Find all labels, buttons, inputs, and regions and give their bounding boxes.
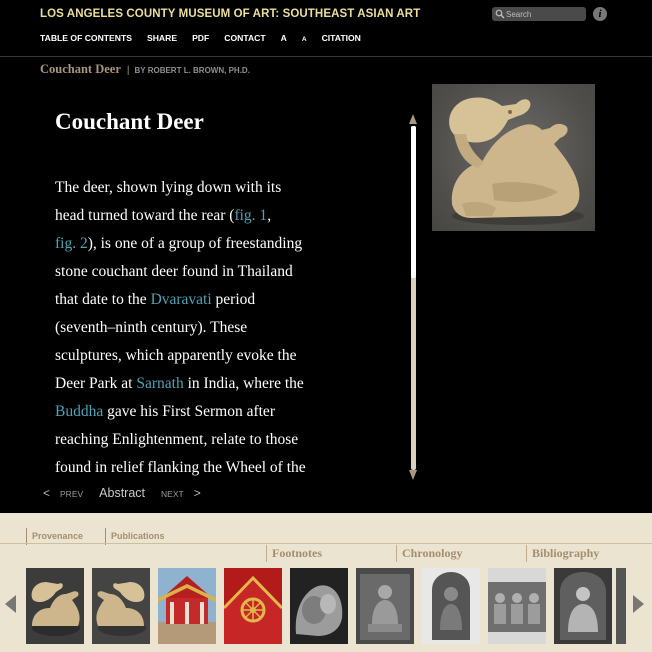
next-arrow-icon[interactable]: > xyxy=(194,486,201,500)
tab-chronology[interactable]: Chronology xyxy=(396,545,526,562)
tab-divider xyxy=(0,543,652,544)
main-nav: TABLE OF CONTENTS SHARE PDF CONTACT A A … xyxy=(40,33,376,43)
search-icon xyxy=(495,9,505,19)
tab-footnotes[interactable]: Footnotes xyxy=(266,545,396,562)
article-text: (seventh–ninth century). These xyxy=(55,319,248,336)
partial-thumbnail[interactable] xyxy=(616,568,626,644)
article-text: stone couchant deer found in Thailand xyxy=(55,263,293,280)
article-title: Couchant Deer xyxy=(55,109,204,134)
scroll-down-arrow-icon[interactable] xyxy=(409,470,417,480)
current-section-link[interactable]: Abstract xyxy=(99,486,145,500)
prev-arrow-icon[interactable]: < xyxy=(43,486,50,500)
article-line: head turned toward the rear (fig. 1, xyxy=(55,202,395,230)
breadcrumb-author: BY ROBERT L. BROWN, PH.D. xyxy=(134,66,250,75)
article-link[interactable]: Dvaravati xyxy=(151,291,212,308)
breadcrumb: Couchant Deer | BY ROBERT L. BROWN, PH.D. xyxy=(40,60,250,78)
scrollbar-thumb[interactable] xyxy=(411,126,416,278)
article-text: found in relief flanking the Wheel of th… xyxy=(55,459,306,476)
article-text: The deer, shown lying down with its xyxy=(55,179,282,196)
nav-citation[interactable]: CITATION xyxy=(322,33,361,43)
font-size-decrease-button[interactable]: A xyxy=(302,36,307,43)
article-text: gave his First Sermon after xyxy=(103,403,275,420)
article-line: reaching Enlightenment, relate to those xyxy=(55,426,395,454)
article-line: sculptures, which apparently evoke the xyxy=(55,342,395,370)
article-body: The deer, shown lying down with its head … xyxy=(55,174,395,482)
thumbnails-prev-arrow-icon[interactable] xyxy=(5,595,16,613)
article-line: Deer Park at Sarnath in India, where the xyxy=(55,370,395,398)
article-text: sculptures, which apparently evoke the xyxy=(55,347,297,364)
article-line: found in relief flanking the Wheel of th… xyxy=(55,454,395,482)
stone-relief-thumbnail[interactable] xyxy=(290,568,348,644)
font-size-increase-button[interactable]: A xyxy=(281,33,287,43)
article-link[interactable]: fig. 1 xyxy=(234,207,267,224)
scroll-up-arrow-icon[interactable] xyxy=(409,114,417,124)
prev-link[interactable]: PREV xyxy=(60,489,83,499)
search-box[interactable] xyxy=(492,7,586,21)
article-line: stone couchant deer found in Thailand xyxy=(55,258,395,286)
deer-sculpture-illustration xyxy=(449,97,584,225)
next-link[interactable]: NEXT xyxy=(161,489,184,499)
article-text: reaching Enlightenment, relate to those xyxy=(55,431,299,448)
thumbnail-strip xyxy=(26,568,626,644)
cave-buddha-thumbnail[interactable] xyxy=(554,568,612,644)
article-link[interactable]: fig. 2 xyxy=(55,235,88,252)
article-link[interactable]: Buddha xyxy=(55,403,103,420)
article-text: Deer Park at xyxy=(55,375,137,392)
article-area: Couchant Deer The deer, shown lying down… xyxy=(0,80,652,512)
breadcrumb-separator: | xyxy=(126,65,130,76)
article-text: , xyxy=(267,207,272,224)
frieze-relief-thumbnail[interactable] xyxy=(488,568,546,644)
article-text: head turned toward the rear ( xyxy=(55,207,235,224)
thumbnails-next-arrow-icon[interactable] xyxy=(633,595,644,613)
seated-buddha-relief-thumbnail[interactable] xyxy=(356,568,414,644)
couchant-deer-image[interactable] xyxy=(432,84,595,231)
article-text: in India, where the xyxy=(183,375,304,392)
nav-contact[interactable]: CONTACT xyxy=(224,33,265,43)
info-icon[interactable]: i xyxy=(593,7,607,21)
article-line: that date to the Dvaravati period xyxy=(55,286,395,314)
article-line: The deer, shown lying down with its xyxy=(55,174,395,202)
deer-sculpture-thumbnail[interactable] xyxy=(92,568,150,644)
article-text: period xyxy=(211,291,256,308)
dharma-wheel-thumbnail[interactable] xyxy=(224,568,282,644)
sub-tabs: Footnotes Chronology Bibliography xyxy=(266,545,632,562)
article-line: Buddha gave his First Sermon after xyxy=(55,398,395,426)
nav-share[interactable]: SHARE xyxy=(147,33,177,43)
search-input[interactable] xyxy=(506,7,582,21)
article-line: (seventh–ninth century). These xyxy=(55,314,395,342)
buddha-stele-thumbnail[interactable] xyxy=(422,568,480,644)
article-text: ), is one of a group of freestanding xyxy=(87,235,303,252)
breadcrumb-title: Couchant Deer xyxy=(40,62,121,76)
tab-bibliography[interactable]: Bibliography xyxy=(526,545,632,562)
article-text: that date to the xyxy=(55,291,151,308)
resources-panel: Provenance Publications Footnotes Chrono… xyxy=(0,513,652,652)
nav-table-of-contents[interactable]: TABLE OF CONTENTS xyxy=(40,33,132,43)
article-line: fig. 2), is one of a group of freestandi… xyxy=(55,230,395,258)
red-temple-thumbnail[interactable] xyxy=(158,568,216,644)
nav-pdf[interactable]: PDF xyxy=(192,33,209,43)
site-header: LOS ANGELES COUNTY MUSEUM OF ART: SOUTHE… xyxy=(0,0,652,57)
site-title[interactable]: LOS ANGELES COUNTY MUSEUM OF ART: SOUTHE… xyxy=(40,8,420,20)
article-link[interactable]: Sarnath xyxy=(136,375,183,392)
pager: < PREV Abstract NEXT > xyxy=(43,486,201,500)
deer-sculpture-thumbnail[interactable] xyxy=(26,568,84,644)
